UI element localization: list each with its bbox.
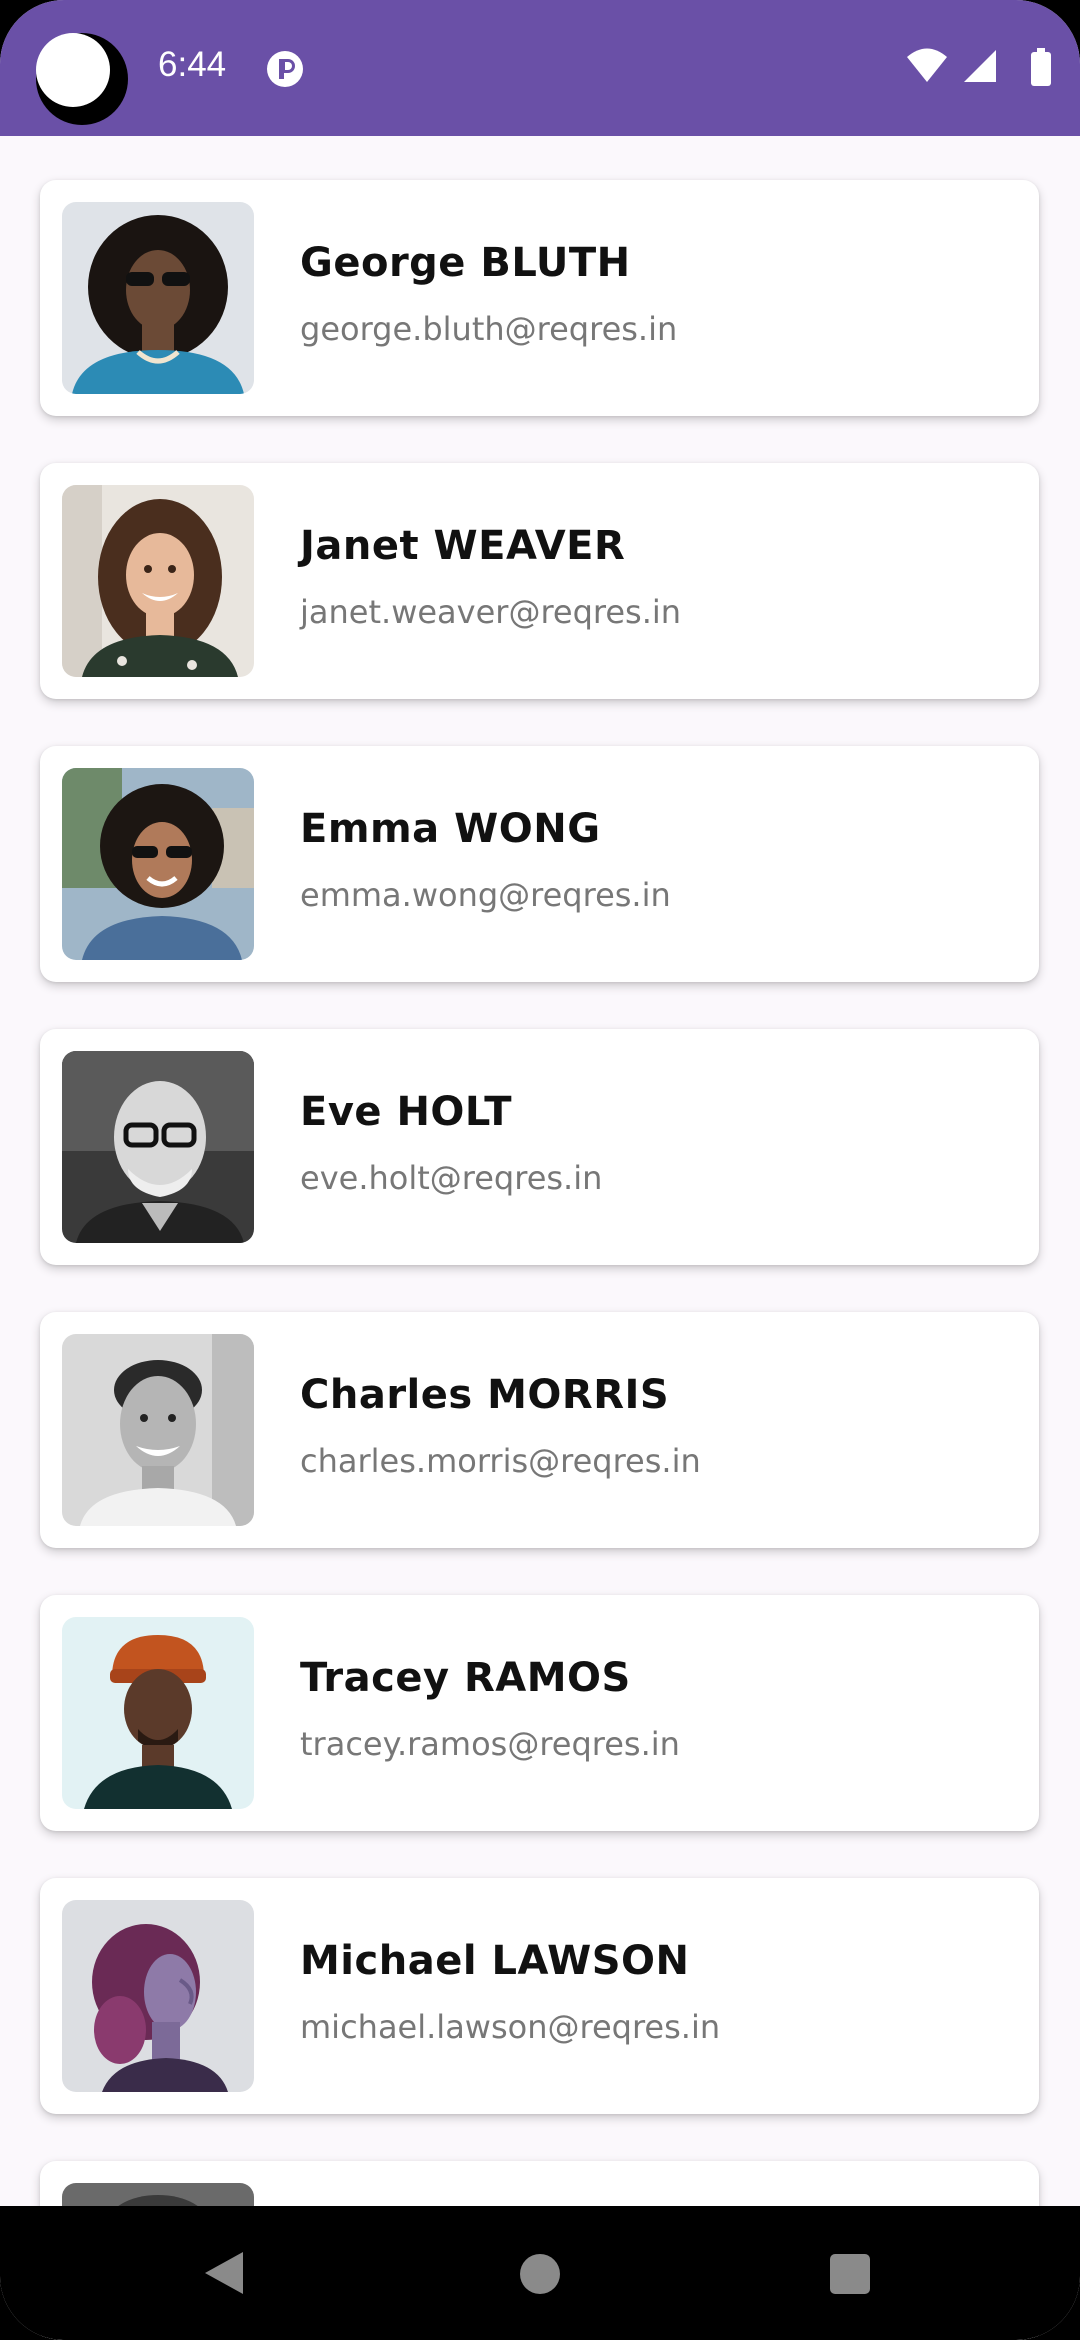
battery-icon: [1031, 48, 1051, 86]
user-card[interactable]: Michael LAWSON michael.lawson@reqres.in: [40, 1878, 1039, 2114]
notification-app-icon: [266, 50, 304, 88]
back-button[interactable]: [205, 2252, 243, 2294]
wifi-icon: [907, 48, 947, 82]
user-email: eve.holt@reqres.in: [300, 1159, 603, 1197]
user-card[interactable]: Eve HOLT eve.holt@reqres.in: [40, 1029, 1039, 1265]
camera-cutout: [36, 33, 128, 125]
user-name: Tracey RAMOS: [300, 1655, 631, 1701]
user-card[interactable]: Tracey RAMOS tracey.ramos@reqres.in: [40, 1595, 1039, 1831]
user-avatar: [62, 768, 254, 960]
user-name: Emma WONG: [300, 806, 601, 852]
home-button[interactable]: [520, 2254, 560, 2294]
user-avatar: [62, 202, 254, 394]
user-avatar: [62, 1900, 254, 2092]
user-email: michael.lawson@reqres.in: [300, 2008, 721, 2046]
signal-icon: [964, 50, 996, 82]
user-name: George BLUTH: [300, 240, 631, 286]
user-email: tracey.ramos@reqres.in: [300, 1725, 680, 1763]
user-card[interactable]: Janet WEAVER janet.weaver@reqres.in: [40, 463, 1039, 699]
recents-button[interactable]: [830, 2254, 870, 2294]
user-name: Janet WEAVER: [300, 523, 626, 569]
app-screen: 6:44 George BLUTH george.bluth@reqres.in…: [0, 0, 1080, 2340]
user-card[interactable]: Charles MORRIS charles.morris@reqres.in: [40, 1312, 1039, 1548]
status-bar: 6:44: [0, 0, 1080, 136]
user-avatar: [62, 485, 254, 677]
user-avatar: [62, 1051, 254, 1243]
user-avatar: [62, 1334, 254, 1526]
user-name: Eve HOLT: [300, 1089, 513, 1135]
user-name: Charles MORRIS: [300, 1372, 670, 1418]
user-email: emma.wong@reqres.in: [300, 876, 671, 914]
user-card[interactable]: Emma WONG emma.wong@reqres.in: [40, 746, 1039, 982]
user-card[interactable]: George BLUTH george.bluth@reqres.in: [40, 180, 1039, 416]
user-avatar: [62, 1617, 254, 1809]
user-name: Michael LAWSON: [300, 1938, 690, 1984]
navigation-bar: [0, 2206, 1080, 2340]
status-time: 6:44: [158, 45, 227, 84]
user-email: janet.weaver@reqres.in: [300, 593, 682, 631]
user-email: charles.morris@reqres.in: [300, 1442, 701, 1480]
user-email: george.bluth@reqres.in: [300, 310, 678, 348]
